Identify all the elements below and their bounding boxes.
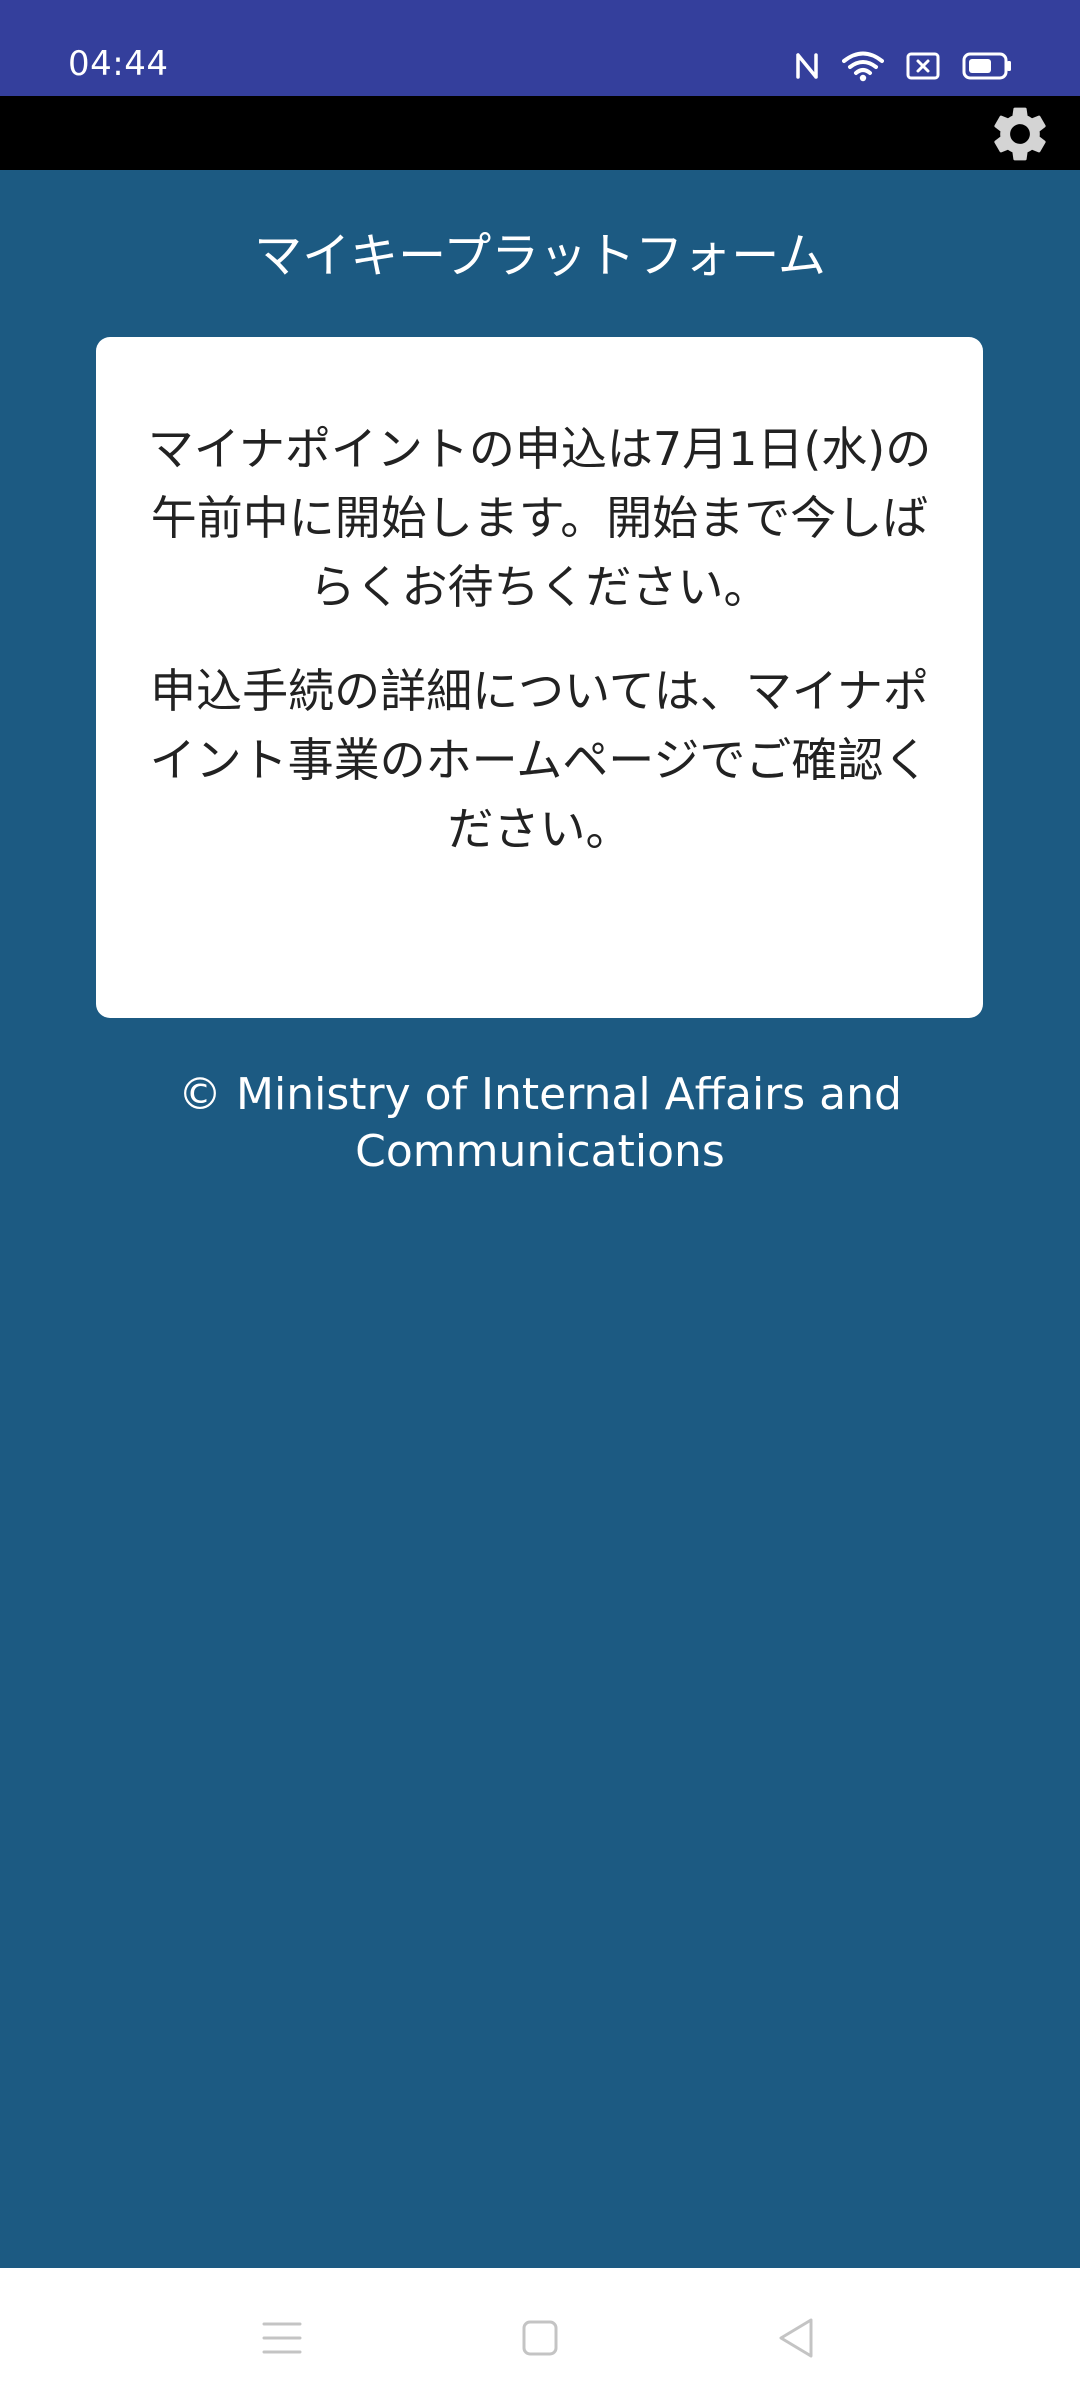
- status-time: 04:44: [68, 44, 169, 84]
- recent-apps-button[interactable]: [242, 2298, 322, 2378]
- home-button[interactable]: [500, 2298, 580, 2378]
- settings-button[interactable]: [986, 100, 1054, 168]
- gear-icon: [994, 107, 1046, 161]
- notice-card: マイナポイントの申込は7月1日(水)の午前中に開始します。開始まで今しばらくお待…: [96, 337, 983, 1018]
- notice-message-details: 申込手続の詳細については、マイナポイント事業のホームページでご確認ください。: [149, 664, 930, 856]
- home-icon: [522, 2320, 558, 2356]
- status-icons: [794, 46, 1012, 86]
- copyright-text: © Ministry of Internal Affairs and Commu…: [178, 1069, 902, 1177]
- nfc-icon: [796, 53, 818, 79]
- back-button[interactable]: [756, 2298, 836, 2378]
- back-icon: [779, 2318, 813, 2358]
- page-title: マイキープラットフォーム: [254, 228, 826, 284]
- wifi-icon: [842, 51, 884, 82]
- status-bar: 04:44: [0, 0, 1080, 96]
- navigation-bar: [0, 2268, 1080, 2400]
- notice-message-start: マイナポイントの申込は7月1日(水)の午前中に開始します。開始まで今しばらくお待…: [147, 422, 932, 614]
- main-content: マイキープラットフォーム マイナポイントの申込は7月1日(水)の午前中に開始しま…: [0, 170, 1080, 2268]
- menu-icon: [262, 2322, 302, 2354]
- sim-off-icon: [906, 52, 940, 80]
- battery-icon: [962, 52, 1011, 80]
- toolbar: [0, 96, 1080, 170]
